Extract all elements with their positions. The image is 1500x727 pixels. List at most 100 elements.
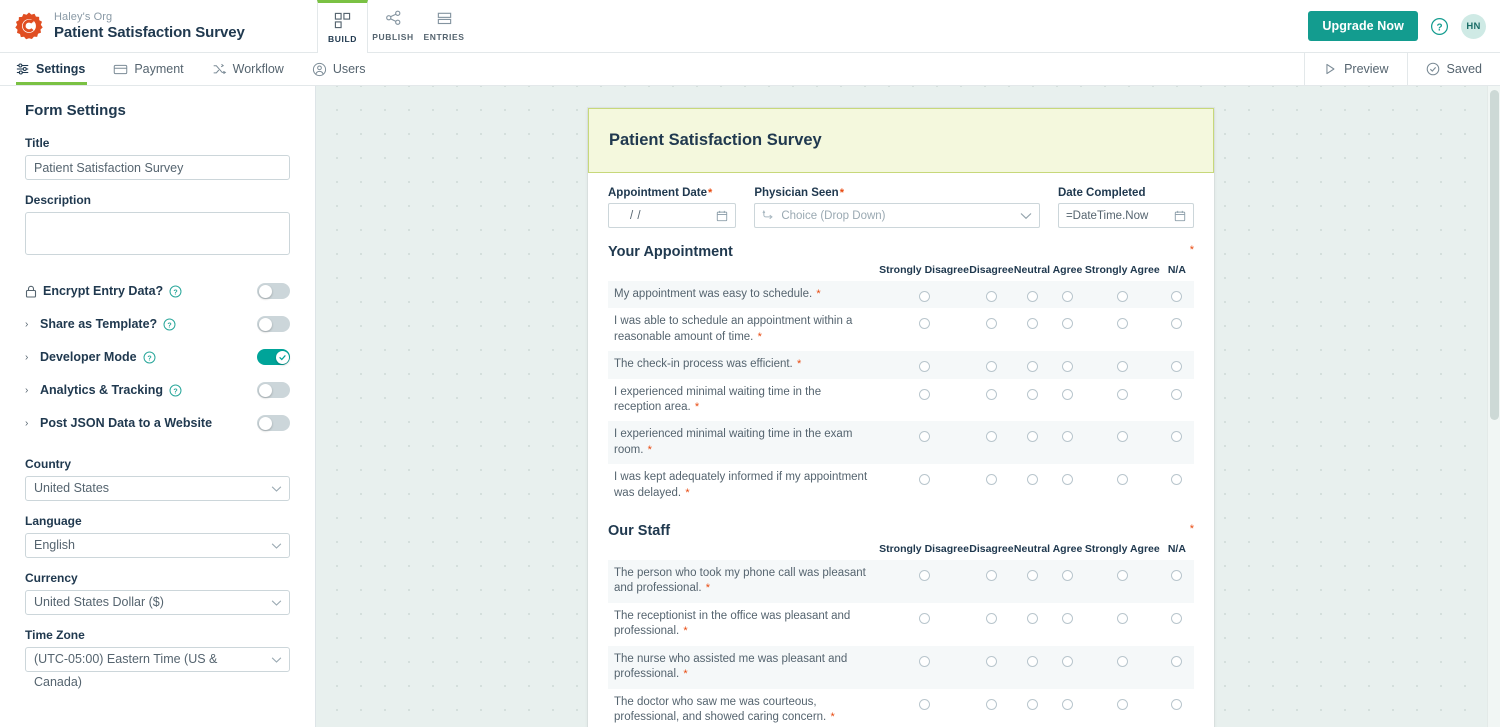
language-select[interactable]: English — [25, 533, 290, 558]
matrix-cell[interactable] — [1085, 464, 1160, 507]
chevron-right-icon[interactable]: › — [25, 352, 34, 363]
radio-button[interactable] — [985, 361, 997, 373]
matrix-cell[interactable] — [1159, 351, 1194, 379]
matrix-cell[interactable] — [1050, 379, 1085, 422]
matrix-cell[interactable] — [1014, 308, 1050, 351]
tab-settings[interactable]: Settings — [0, 53, 99, 85]
radio-button[interactable] — [1116, 388, 1128, 400]
country-select[interactable]: United States — [25, 476, 290, 501]
toggle-switch-encrypt-entry-data[interactable] — [257, 283, 290, 299]
matrix-cell[interactable] — [1050, 645, 1085, 689]
tab-workflow[interactable]: Workflow — [198, 53, 298, 85]
mode-tab-publish[interactable]: PUBLISH — [368, 0, 419, 53]
radio-button[interactable] — [1171, 612, 1183, 624]
title-input[interactable] — [25, 155, 290, 180]
matrix-cell[interactable] — [1085, 308, 1160, 351]
timezone-select[interactable]: (UTC-05:00) Eastern Time (US & Canada) — [25, 647, 290, 689]
matrix-cell[interactable] — [1013, 281, 1051, 309]
matrix-cell[interactable] — [879, 281, 969, 309]
radio-button[interactable] — [985, 431, 997, 443]
mode-tab-build[interactable]: BUILD — [317, 0, 368, 53]
radio-button[interactable] — [1026, 388, 1038, 400]
radio-button[interactable] — [1061, 291, 1073, 302]
radio-button[interactable] — [1116, 291, 1128, 302]
matrix-cell[interactable] — [1085, 603, 1160, 646]
radio-button[interactable] — [1116, 361, 1128, 373]
matrix-cell[interactable] — [879, 560, 969, 603]
radio-button[interactable] — [1116, 431, 1128, 443]
matrix-cell[interactable] — [1160, 603, 1194, 646]
radio-button[interactable] — [1061, 698, 1073, 710]
radio-button[interactable] — [985, 698, 997, 710]
radio-button[interactable] — [1026, 655, 1038, 667]
chevron-right-icon[interactable]: › — [25, 418, 34, 429]
matrix-cell[interactable] — [1014, 689, 1050, 727]
radio-button[interactable] — [1026, 431, 1038, 443]
radio-button[interactable] — [1061, 431, 1073, 443]
chevron-down-icon[interactable] — [1020, 212, 1032, 220]
radio-button[interactable] — [985, 318, 997, 330]
toggle-switch-analytics-tracking[interactable] — [257, 382, 290, 398]
matrix-cell[interactable] — [879, 603, 969, 646]
toggle-row-share-as-template[interactable]: › Share as Template? ? — [25, 308, 290, 340]
matrix-cell[interactable] — [1050, 603, 1085, 646]
matrix-cell[interactable] — [1050, 308, 1085, 351]
radio-button[interactable] — [918, 361, 930, 373]
matrix-cell[interactable] — [1160, 308, 1194, 351]
radio-button[interactable] — [918, 291, 930, 302]
matrix-cell[interactable] — [968, 351, 1014, 379]
matrix-cell[interactable] — [969, 464, 1014, 507]
radio-button[interactable] — [1026, 698, 1038, 710]
matrix-cell[interactable] — [879, 379, 969, 422]
matrix-cell[interactable] — [968, 560, 1014, 603]
appointment-date-input[interactable]: / / — [608, 203, 737, 228]
matrix-cell[interactable] — [1014, 379, 1050, 422]
radio-button[interactable] — [1171, 698, 1183, 710]
physician-seen-dropdown[interactable]: Choice (Drop Down) — [754, 203, 1040, 228]
radio-button[interactable] — [918, 612, 930, 624]
matrix-cell[interactable] — [879, 464, 969, 507]
help-circle-icon[interactable]: ? — [163, 318, 176, 331]
matrix-cell[interactable] — [969, 308, 1014, 351]
radio-button[interactable] — [985, 655, 997, 667]
tab-users[interactable]: Users — [298, 53, 380, 85]
matrix-cell[interactable] — [1159, 560, 1194, 603]
canvas-scrollbar[interactable] — [1487, 86, 1500, 727]
toggle-switch-developer-mode[interactable] — [257, 349, 290, 365]
radio-button[interactable] — [1026, 474, 1038, 486]
matrix-cell[interactable] — [879, 689, 969, 727]
matrix-cell[interactable] — [969, 379, 1014, 422]
radio-button[interactable] — [1171, 361, 1183, 373]
avatar[interactable]: HN — [1461, 13, 1486, 39]
matrix-cell[interactable] — [1014, 464, 1050, 507]
toggle-row-encrypt-entry-data[interactable]: Encrypt Entry Data? ? — [25, 275, 290, 307]
preview-button[interactable]: Preview — [1304, 53, 1406, 85]
radio-button[interactable] — [985, 474, 997, 486]
chevron-right-icon[interactable]: › — [25, 319, 34, 330]
matrix-cell[interactable] — [968, 645, 1014, 689]
radio-button[interactable] — [1061, 612, 1073, 624]
help-circle-icon[interactable]: ? — [143, 351, 156, 364]
radio-button[interactable] — [1026, 361, 1038, 373]
mode-tab-entries[interactable]: ENTRIES — [419, 0, 470, 53]
matrix-cell[interactable] — [969, 603, 1014, 646]
matrix-cell[interactable] — [1160, 379, 1194, 422]
matrix-cell[interactable] — [879, 308, 969, 351]
matrix-cell[interactable] — [1013, 351, 1051, 379]
matrix-cell[interactable] — [1085, 689, 1160, 727]
matrix-cell[interactable] — [879, 645, 969, 689]
radio-button[interactable] — [1061, 318, 1073, 330]
question-circle-icon[interactable]: ? — [1430, 17, 1449, 36]
toggle-row-analytics-tracking[interactable]: › Analytics & Tracking ? — [25, 374, 290, 406]
radio-button[interactable] — [1026, 612, 1038, 624]
calendar-icon[interactable] — [1174, 210, 1186, 222]
matrix-cell[interactable] — [1050, 464, 1085, 507]
matrix-cell[interactable] — [879, 421, 969, 465]
radio-button[interactable] — [985, 388, 997, 400]
matrix-cell[interactable] — [1085, 379, 1160, 422]
radio-button[interactable] — [1061, 570, 1073, 582]
toggle-row-developer-mode[interactable]: › Developer Mode ? — [25, 341, 290, 373]
radio-button[interactable] — [1171, 388, 1183, 400]
matrix-cell[interactable] — [1050, 689, 1085, 727]
radio-button[interactable] — [1116, 655, 1128, 667]
